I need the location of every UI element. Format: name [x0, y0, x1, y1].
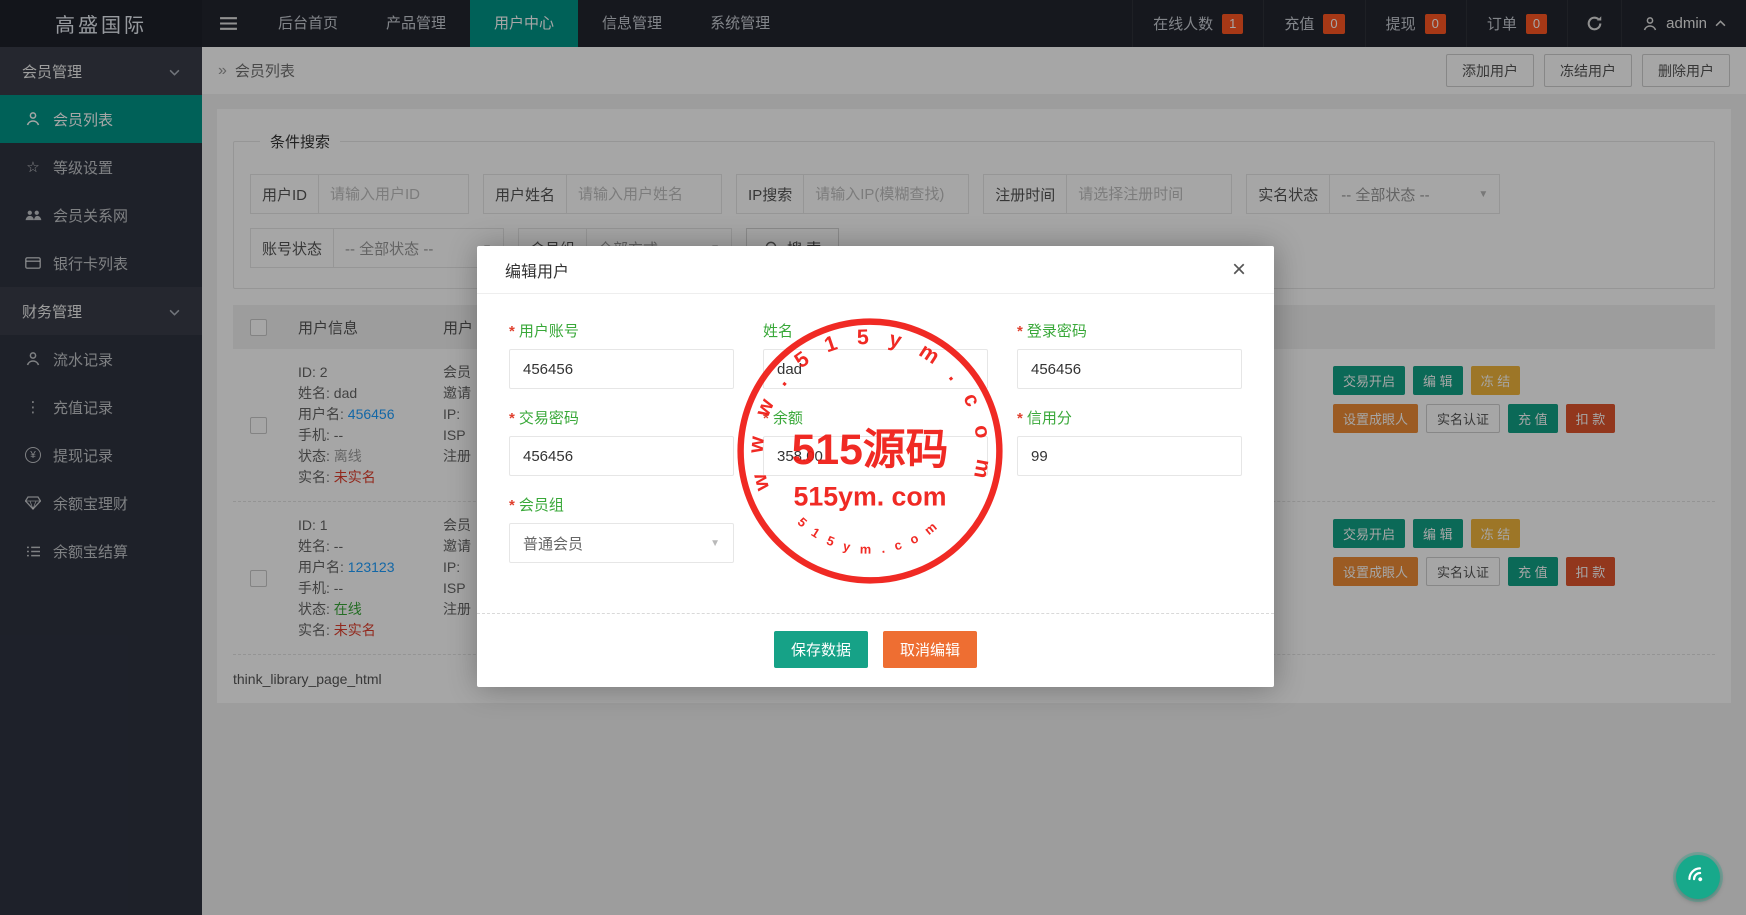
- audio-notification-button[interactable]: [1676, 855, 1720, 899]
- required-mark: *: [1017, 323, 1023, 340]
- field-trade-password: * 交易密码: [509, 407, 734, 476]
- audio-icon: [1687, 866, 1702, 881]
- field-balance: * 余额: [763, 407, 988, 476]
- credit-input[interactable]: [1017, 436, 1242, 476]
- required-mark: *: [509, 323, 515, 340]
- field-credit: * 信用分: [1017, 407, 1242, 476]
- required-mark: *: [1017, 410, 1023, 427]
- trade-password-input[interactable]: [509, 436, 734, 476]
- save-button[interactable]: 保存数据: [773, 631, 868, 668]
- required-mark: *: [509, 410, 515, 427]
- cancel-button[interactable]: 取消编辑: [883, 631, 978, 668]
- member-group-modal-select[interactable]: 普通会员 ▼: [509, 523, 734, 563]
- field-account: * 用户账号: [509, 320, 734, 389]
- edit-user-modal: 编辑用户 × *用户账号 姓名 *登录密码 *交易密码 *余额: [477, 246, 1274, 687]
- account-input[interactable]: [509, 349, 734, 389]
- field-name: 姓名: [763, 320, 988, 389]
- modal-body: *用户账号 姓名 *登录密码 *交易密码 *余额 *信用分: [477, 294, 1274, 563]
- required-mark: *: [763, 410, 769, 427]
- password-input[interactable]: [1017, 349, 1242, 389]
- modal-footer: 保存数据 取消编辑: [477, 614, 1274, 687]
- modal-header: 编辑用户 ×: [477, 246, 1274, 294]
- field-password: * 登录密码: [1017, 320, 1242, 389]
- name-input[interactable]: [763, 349, 988, 389]
- balance-input[interactable]: [763, 436, 988, 476]
- modal-title: 编辑用户: [505, 263, 570, 281]
- close-icon[interactable]: ×: [1232, 257, 1246, 282]
- caret-down-icon: ▼: [710, 537, 720, 549]
- required-mark: *: [509, 497, 515, 514]
- field-member-group: * 会员组 普通会员 ▼: [509, 494, 734, 563]
